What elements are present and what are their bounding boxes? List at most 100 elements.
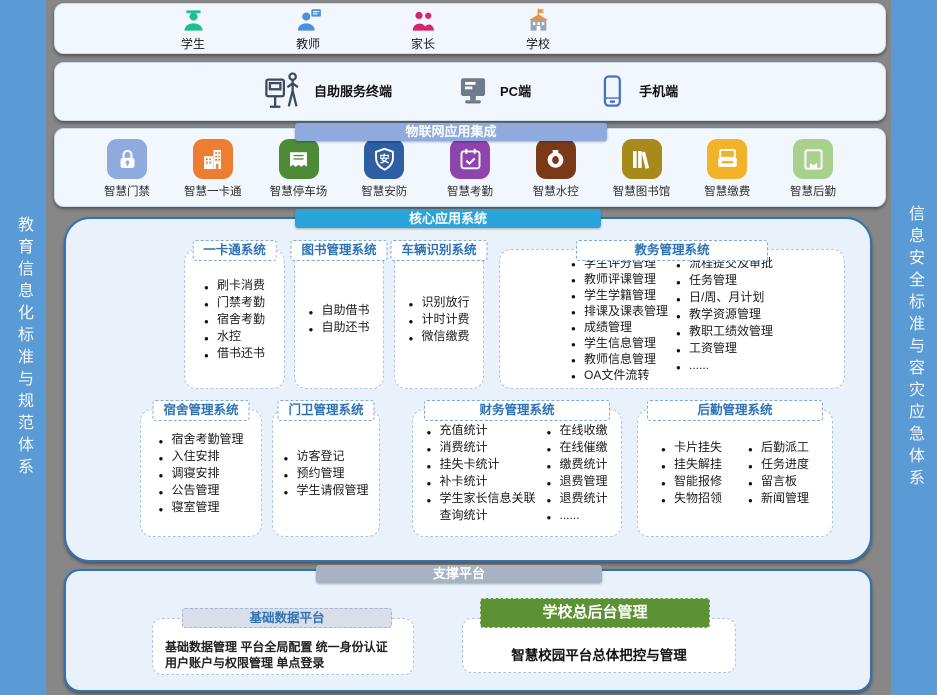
- list-item: 学生请假管理: [283, 482, 368, 499]
- iot-tile: 安: [364, 139, 404, 179]
- system-box-lists: 刷卡消费门禁考勤宿舍考勤水控借书还书: [204, 277, 265, 362]
- iot-item: 智慧后勤: [780, 139, 846, 205]
- list-item: 调寝安排: [158, 465, 243, 482]
- list-item: 充值统计: [426, 422, 538, 439]
- base-data-platform-title: 基础数据平台: [182, 608, 392, 628]
- list-item: OA文件流转: [571, 367, 668, 383]
- list-item: 成绩管理: [571, 319, 668, 335]
- system-box-title: 图书管理系统: [290, 240, 387, 261]
- list-item: 在线催缴: [546, 439, 607, 456]
- terminal-label: 手机端: [639, 81, 678, 100]
- list-item: 刷卡消费: [204, 277, 265, 294]
- system-box-title: 门卫管理系统: [277, 400, 374, 421]
- system-list: 卡片挂失挂失解挂智能报修失物招领: [661, 439, 722, 507]
- list-item: 预约管理: [283, 465, 368, 482]
- list-item: 自助借书: [308, 302, 369, 319]
- user-label: 学生: [181, 35, 205, 52]
- left-standards-label: 教育信息化标准与规范体系: [11, 216, 35, 480]
- system-box-title: 车辆识别系统: [390, 240, 487, 261]
- list-item: 水控: [204, 328, 265, 345]
- iot-label: 智慧水控: [533, 183, 579, 199]
- system-box-lists: 访客登记预约管理学生请假管理: [283, 448, 368, 499]
- student-icon: [180, 7, 207, 34]
- system-list: 在线收缴在线催缴缴费统计退费管理退费统计......: [546, 422, 607, 524]
- list-item: 宿舍考勤: [204, 311, 265, 328]
- terminal-item-pc: PC端: [456, 74, 531, 108]
- list-item: 排课及课表管理: [571, 303, 668, 319]
- user-item-student: 学生: [162, 3, 224, 52]
- parents-icon: [410, 7, 437, 34]
- calendar-icon: [457, 146, 484, 173]
- iot-tile: [450, 139, 490, 179]
- system-box: 教务管理系统学生评分管理教师评课管理学生学籍管理排课及课表管理成绩管理学生信息管…: [499, 249, 845, 389]
- list-item: 教职工绩效管理: [676, 323, 773, 340]
- system-list: 访客登记预约管理学生请假管理: [283, 448, 368, 499]
- terminal-label: 自助服务终端: [314, 81, 392, 100]
- iot-label: 智慧停车场: [270, 183, 328, 199]
- iot-item: 安智慧安防: [351, 139, 417, 205]
- system-box-title: 财务管理系统: [424, 400, 610, 421]
- list-item: 日/周、月计划: [676, 289, 773, 306]
- system-box-lists: 学生评分管理教师评课管理学生学籍管理排课及课表管理成绩管理学生信息管理教师信息管…: [571, 255, 773, 383]
- base-data-line1: 基础数据管理 平台全局配置 统一身份认证: [165, 639, 413, 655]
- user-item-teacher: 教师: [277, 3, 339, 52]
- system-box: 门卫管理系统访客登记预约管理学生请假管理: [272, 409, 380, 537]
- system-box: 宿舍管理系统宿舍考勤管理入住安排调寝安排公告管理寝室管理: [140, 409, 262, 537]
- user-label: 家长: [411, 35, 435, 52]
- system-list: 自助借书自助还书: [308, 302, 369, 336]
- iot-item: 智慧缴费: [694, 139, 760, 205]
- ticket-icon: [285, 146, 312, 173]
- jug-icon: [542, 146, 569, 173]
- user-item-school: 学校: [507, 3, 569, 52]
- list-item: 退费管理: [546, 473, 607, 490]
- iot-tile: [193, 139, 233, 179]
- system-list: 学生评分管理教师评课管理学生学籍管理排课及课表管理成绩管理学生信息管理教师信息管…: [571, 255, 668, 383]
- left-standards-bar: 教育信息化标准与规范体系: [0, 0, 46, 695]
- core-header: 核心应用系统: [295, 209, 601, 228]
- system-box: 车辆识别系统识别放行计时计费微信缴费: [394, 249, 484, 389]
- system-list: 后勤派工任务进度留言板新闻管理: [748, 439, 809, 507]
- list-item: 消费统计: [426, 439, 538, 456]
- teacher-icon: [295, 7, 322, 34]
- list-item: 自助还书: [308, 319, 369, 336]
- right-standards-bar: 信息安全标准与容灾应急体系: [891, 0, 937, 695]
- iot-item: 智慧考勤: [437, 139, 503, 205]
- user-label: 学校: [526, 35, 550, 52]
- iot-tile: [107, 139, 147, 179]
- list-item: 任务进度: [748, 456, 809, 473]
- smart-campus-architecture-diagram: 教育信息化标准与规范体系 信息安全标准与容灾应急体系 学生 教师 家长 学校 自助服务…: [0, 0, 937, 695]
- system-box-lists: 卡片挂失挂失解挂智能报修失物招领后勤派工任务进度留言板新闻管理: [661, 439, 809, 507]
- user-label: 教师: [296, 35, 320, 52]
- list-item: 挂失卡统计: [426, 456, 538, 473]
- list-item: 识别放行: [408, 294, 469, 311]
- system-box-title: 后勤管理系统: [647, 400, 823, 421]
- printer-icon: [714, 146, 741, 173]
- shield-icon: 安: [371, 146, 398, 173]
- system-box: 图书管理系统自助借书自助还书: [294, 249, 384, 389]
- iot-label: 智慧图书馆: [613, 183, 671, 199]
- system-box-lists: 识别放行计时计费微信缴费: [408, 294, 469, 345]
- system-box-title: 宿舍管理系统: [152, 400, 249, 421]
- list-item: 教师信息管理: [571, 351, 668, 367]
- system-box: 后勤管理系统卡片挂失挂失解挂智能报修失物招领后勤派工任务进度留言板新闻管理: [637, 409, 833, 537]
- terminal-item-mobile: 手机端: [595, 74, 678, 108]
- list-item: 退费统计: [546, 490, 607, 507]
- iot-tile: [279, 139, 319, 179]
- terminals-row: 自助服务终端 PC端 手机端: [54, 62, 884, 119]
- base-data-line2: 用户账户与权限管理 单点登录: [165, 655, 413, 671]
- iot-header: 物联网应用集成: [295, 123, 607, 141]
- iot-tile: [707, 139, 747, 179]
- system-list: 充值统计消费统计挂失卡统计补卡统计学生家长信息关联查询统计: [426, 422, 538, 524]
- books-icon: [628, 146, 655, 173]
- list-item: 借书还书: [204, 345, 265, 362]
- system-box-title: 一卡通系统: [192, 240, 277, 261]
- pc-icon: [456, 74, 490, 108]
- list-item: 缴费统计: [546, 456, 607, 473]
- list-item: 访客登记: [283, 448, 368, 465]
- iot-label: 智慧缴费: [704, 183, 750, 199]
- list-item: 后勤派工: [748, 439, 809, 456]
- list-item: 工资管理: [676, 340, 773, 357]
- system-list: 刷卡消费门禁考勤宿舍考勤水控借书还书: [204, 277, 265, 362]
- iot-item: 智慧图书馆: [609, 139, 675, 205]
- list-item: 公告管理: [158, 482, 243, 499]
